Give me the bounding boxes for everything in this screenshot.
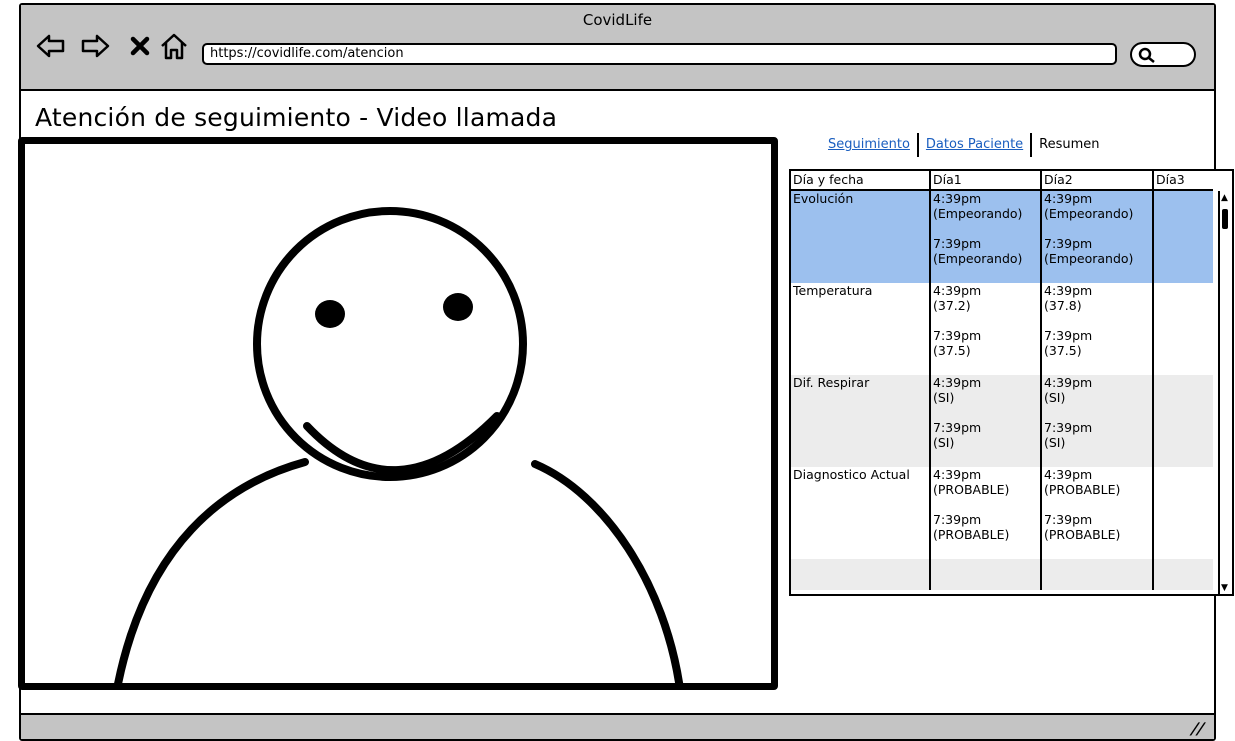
- vertical-scrollbar[interactable]: ▲ ▼: [1218, 191, 1232, 594]
- scroll-up-icon[interactable]: ▲: [1221, 193, 1228, 203]
- window-title: CovidLife: [582, 11, 653, 29]
- table-cell: 4:39pm (PROBABLE) 7:39pm (PROBABLE): [1040, 467, 1153, 559]
- table-cell: 4:39pm (SI) 7:39pm (SI): [929, 375, 1041, 467]
- table-row[interactable]: Evolución 4:39pm (Empeorando) 7:39pm (Em…: [791, 190, 1213, 283]
- page-title: Atención de seguimiento - Video llamada: [35, 103, 558, 132]
- tab-resumen[interactable]: Resumen: [1032, 135, 1106, 155]
- row-label: Diagnostico Actual: [793, 467, 910, 482]
- column-header-dia-fecha[interactable]: Día y fecha: [791, 171, 930, 191]
- scroll-down-icon[interactable]: ▼: [1221, 583, 1228, 593]
- table-cell: 4:39pm (37.2) 7:39pm (37.5): [929, 283, 1041, 375]
- table-row[interactable]: Dif. Respirar 4:39pm (SI) 7:39pm (SI) 4:…: [791, 375, 1213, 467]
- back-arrow-icon[interactable]: [35, 30, 67, 62]
- table-cell: 4:39pm (37.8) 7:39pm (37.5): [1040, 283, 1153, 375]
- table-cell: [1152, 190, 1213, 283]
- close-icon[interactable]: [125, 30, 157, 62]
- column-header-dia1[interactable]: Día1: [929, 171, 1041, 191]
- table-row[interactable]: Temperatura 4:39pm (37.2) 7:39pm (37.5) …: [791, 283, 1213, 375]
- table-row[interactable]: Diagnostico Actual 4:39pm (PROBABLE) 7:3…: [791, 467, 1213, 559]
- video-call-frame: [18, 137, 778, 690]
- column-header-dia2[interactable]: Día2: [1040, 171, 1153, 191]
- table-cell: 4:39pm (PROBABLE) 7:39pm (PROBABLE): [929, 467, 1041, 559]
- url-input[interactable]: https://covidlife.com/atencion: [202, 43, 1117, 65]
- row-label: Temperatura: [793, 283, 873, 298]
- status-bar: //: [21, 713, 1214, 739]
- title-bar: CovidLife https://covidlife.com/atencion: [21, 5, 1214, 91]
- table-cell: [1152, 283, 1213, 375]
- scrollbar-thumb[interactable]: [1222, 209, 1228, 229]
- search-button[interactable]: [1130, 42, 1196, 67]
- empty-row: [791, 559, 1213, 590]
- table-cell: [1152, 375, 1213, 467]
- table-cell: [1152, 467, 1213, 559]
- table-cell: 4:39pm (Empeorando) 7:39pm (Empeorando): [929, 190, 1041, 283]
- row-label: Dif. Respirar: [791, 375, 930, 467]
- resize-grip-icon[interactable]: //: [1189, 719, 1208, 738]
- table-cell: 4:39pm (SI) 7:39pm (SI): [1040, 375, 1153, 467]
- tab-seguimiento[interactable]: Seguimiento: [821, 135, 917, 155]
- column-header-dia3[interactable]: Día3: [1152, 171, 1213, 191]
- data-grid[interactable]: Día y fecha Día1 Día2 Día3 Evolución 4:3…: [789, 169, 1234, 596]
- tab-bar: Seguimiento Datos Paciente Resumen: [821, 133, 1107, 157]
- tab-datos-paciente[interactable]: Datos Paciente: [919, 135, 1030, 155]
- home-icon[interactable]: [158, 30, 190, 62]
- forward-arrow-icon[interactable]: [79, 30, 111, 62]
- row-label: Evolución: [791, 190, 930, 283]
- person-avatar-icon: [114, 207, 684, 683]
- table-cell: 4:39pm (Empeorando) 7:39pm (Empeorando): [1040, 190, 1153, 283]
- browser-window: CovidLife https://covidlife.com/atencion…: [18, 3, 1234, 741]
- search-icon: [1138, 47, 1155, 63]
